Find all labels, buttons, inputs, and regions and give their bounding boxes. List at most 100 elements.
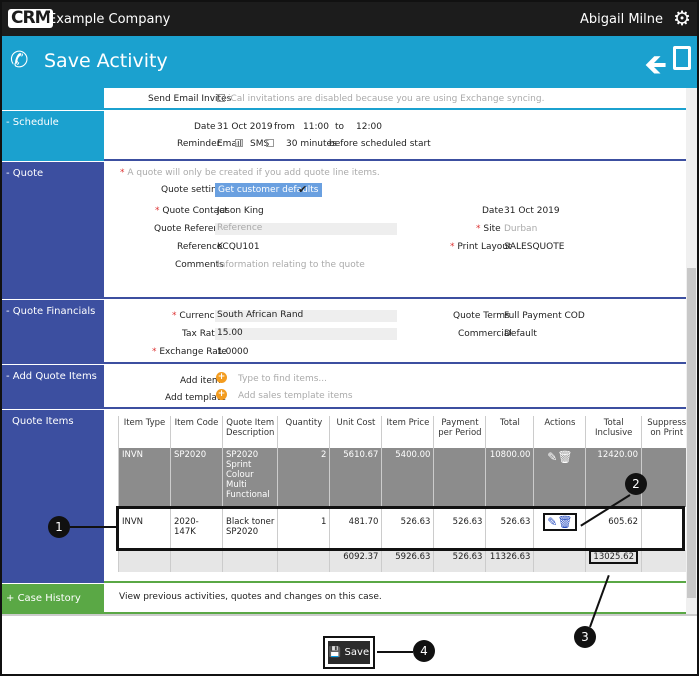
cell: 10800.00 bbox=[485, 448, 534, 507]
field-label: Reference bbox=[177, 242, 223, 252]
field-label: Add item bbox=[180, 376, 221, 386]
delete-trash-icon[interactable]: 🗑 bbox=[557, 450, 572, 464]
add-template-input[interactable]: Add sales template items bbox=[238, 391, 353, 401]
section-label: Add Quote Items bbox=[12, 371, 97, 382]
total-unit-cost: 6092.37 bbox=[329, 550, 382, 572]
callout-1: 1 bbox=[48, 516, 70, 538]
section-case-history[interactable]: + Case History bbox=[2, 583, 104, 614]
comments-input[interactable]: Information relating to the quote bbox=[217, 260, 365, 270]
case-history-text: View previous activities, quotes and cha… bbox=[119, 592, 382, 602]
section-quote-financials[interactable]: - Quote Financials bbox=[2, 299, 104, 364]
save-button[interactable]: 💾 Save bbox=[323, 636, 375, 669]
cell: INVN bbox=[118, 448, 171, 507]
send-email-checkbox[interactable] bbox=[217, 94, 225, 102]
save-label: Save bbox=[344, 647, 370, 658]
quote-reference-input[interactable]: Reference bbox=[215, 223, 397, 235]
page-title: Save Activity bbox=[44, 50, 168, 72]
email-row: Send Email Invites iCal invitations are … bbox=[104, 88, 686, 110]
floppy-icon: 💾 bbox=[328, 647, 342, 658]
quote-contact-field[interactable]: Jason King bbox=[217, 206, 264, 216]
commercial-field[interactable]: Default bbox=[504, 329, 537, 339]
cell: SP2020 Sprint Colour Multi Functional bbox=[221, 448, 278, 507]
section-label: Schedule bbox=[12, 117, 59, 128]
total-item-price: 5926.63 bbox=[381, 550, 434, 572]
quote-note: A quote will only be created if you add … bbox=[127, 168, 380, 178]
sms-reminder-checkbox[interactable] bbox=[266, 139, 274, 147]
cell: 2 bbox=[277, 448, 330, 507]
field-label: Date bbox=[194, 122, 216, 132]
column-header[interactable]: Suppress on Print bbox=[640, 416, 692, 448]
end-time-field[interactable]: 12:00 bbox=[356, 122, 382, 132]
table-header: Item Type Item Code Quote Item Description… bbox=[118, 416, 692, 448]
cell bbox=[433, 448, 486, 507]
cell: SP2020 bbox=[170, 448, 223, 507]
callout-arrow bbox=[377, 651, 413, 653]
company-name: Example Company bbox=[48, 12, 171, 27]
add-item-input[interactable]: Type to find items... bbox=[238, 374, 327, 384]
reference-field[interactable]: KCQU101 bbox=[217, 242, 260, 252]
section-add-quote-items[interactable]: - Add Quote Items bbox=[2, 364, 104, 409]
date-field[interactable]: 31 Oct 2019 bbox=[217, 122, 273, 132]
section-label: Quote Financials bbox=[12, 306, 96, 317]
section-schedule[interactable]: - Schedule bbox=[2, 110, 104, 161]
field-label: Quote Terms bbox=[453, 311, 510, 321]
column-header[interactable]: Total Inclusive bbox=[585, 416, 642, 448]
schedule-section: Date 31 Oct 2019 from 11:00 to 12:00 Rem… bbox=[104, 110, 686, 161]
print-layout-field[interactable]: SALESQUOTE bbox=[504, 242, 564, 252]
add-items-section: Add item + Type to find items... Add tem… bbox=[104, 364, 686, 409]
column-header[interactable]: Unit Cost bbox=[329, 416, 382, 448]
currency-field[interactable]: South African Rand bbox=[215, 310, 397, 322]
financials-section: * Currency South African Rand Tax Rate 1… bbox=[104, 299, 686, 364]
phone-icon: ✆ bbox=[10, 48, 29, 73]
top-bar: CRM Example Company Abigail Milne ⚙ bbox=[2, 2, 697, 36]
edit-pencil-icon[interactable]: ✎ bbox=[547, 450, 557, 464]
callout-3: 3 bbox=[574, 626, 596, 648]
column-header[interactable]: Item Code bbox=[170, 416, 223, 448]
add-template-plus-icon[interactable]: + bbox=[216, 389, 227, 400]
callout-2: 2 bbox=[625, 473, 647, 495]
field-label: Site bbox=[483, 224, 501, 234]
cell: 5610.67 bbox=[329, 448, 382, 507]
cell bbox=[640, 448, 692, 507]
section-quote[interactable]: - Quote bbox=[2, 161, 104, 299]
total-amount: 11326.63 bbox=[485, 550, 534, 572]
add-item-plus-icon[interactable]: + bbox=[216, 372, 227, 383]
email-reminder-checkbox[interactable] bbox=[235, 139, 243, 147]
user-name[interactable]: Abigail Milne bbox=[580, 12, 663, 27]
crm-logo[interactable]: CRM bbox=[8, 9, 54, 28]
quote-date-field[interactable]: 31 Oct 2019 bbox=[504, 206, 560, 216]
site-field[interactable]: Durban bbox=[504, 224, 537, 234]
field-label: before scheduled start bbox=[329, 139, 431, 149]
scrollbar-thumb[interactable] bbox=[687, 268, 696, 598]
cell: 5400.00 bbox=[381, 448, 434, 507]
field-label: to bbox=[335, 122, 345, 132]
checkmark-icon: ✔ bbox=[298, 183, 308, 196]
column-header[interactable]: Total bbox=[485, 416, 534, 448]
exchange-rate-field[interactable]: 1.0000 bbox=[217, 347, 249, 357]
start-time-field[interactable]: 11:00 bbox=[303, 122, 329, 132]
section-quote-items[interactable]: Quote Items bbox=[2, 409, 104, 583]
column-header[interactable]: Payment per Period bbox=[433, 416, 486, 448]
section-label: Case History bbox=[17, 593, 81, 604]
actions-cell: ✎🗑 bbox=[533, 448, 586, 507]
save-icon[interactable] bbox=[673, 46, 691, 70]
column-header[interactable]: Quantity bbox=[277, 416, 330, 448]
gear-icon[interactable]: ⚙ bbox=[673, 6, 691, 30]
callout-4: 4 bbox=[413, 640, 435, 662]
field-label: Reminder bbox=[177, 139, 221, 149]
table-row[interactable]: INVN SP2020 SP2020 Sprint Colour Multi Fun… bbox=[118, 448, 692, 507]
tax-rate-field[interactable]: 15.00 bbox=[215, 328, 397, 340]
column-header: Actions bbox=[533, 416, 586, 448]
back-arrow-icon[interactable]: 🡸 bbox=[644, 44, 667, 92]
column-header[interactable]: Item Type bbox=[118, 416, 171, 448]
quote-terms-field[interactable]: Full Payment COD bbox=[504, 311, 585, 321]
section-label: Quote Items bbox=[12, 416, 74, 427]
column-header[interactable]: Item Price bbox=[381, 416, 434, 448]
quote-section: * A quote will only be created if you ad… bbox=[104, 161, 686, 299]
page-header: ✆ Save Activity 🡸 bbox=[2, 36, 697, 88]
column-header[interactable]: Quote Item Description bbox=[221, 416, 278, 448]
section-label: Quote bbox=[12, 168, 44, 179]
email-note: iCal invitations are disabled because yo… bbox=[228, 94, 545, 104]
total-payment-per-period: 526.63 bbox=[433, 550, 486, 572]
callout-arrow bbox=[70, 526, 116, 528]
